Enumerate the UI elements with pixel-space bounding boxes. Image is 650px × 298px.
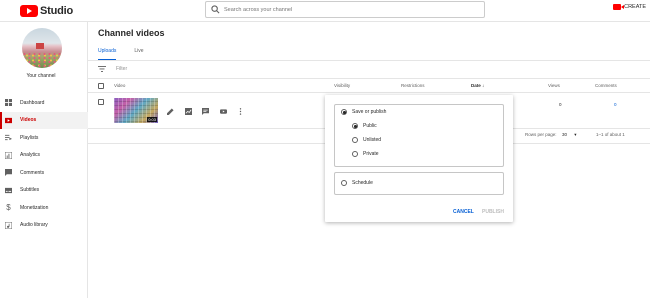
top-bar: Studio CREATE	[0, 0, 650, 22]
radio-button	[352, 123, 358, 129]
sidebar-item-label: Playlists	[20, 134, 39, 141]
sidebar-item-videos[interactable]: Videos	[0, 111, 88, 129]
tabs: Uploads Live	[98, 48, 162, 60]
subtitles-icon	[5, 187, 12, 194]
audio-library-icon	[5, 221, 12, 229]
avatar-house	[36, 43, 44, 49]
channel-avatar[interactable]	[22, 28, 62, 68]
avatar-flowers	[22, 52, 62, 68]
your-channel-label[interactable]: Your channel	[0, 73, 82, 79]
comments-icon	[5, 169, 12, 177]
sidebar-item-label: Analytics	[20, 152, 41, 159]
divider	[88, 92, 650, 93]
column-video: Video	[114, 83, 126, 88]
filter-row[interactable]: Filter	[98, 66, 127, 72]
search-input[interactable]	[224, 6, 464, 13]
sidebar: Your channel Dashboard Videos Playlists …	[0, 22, 88, 298]
select-all-checkbox[interactable]	[98, 83, 104, 89]
sidebar-item-playlists[interactable]: Playlists	[0, 129, 88, 147]
publish-button[interactable]: PUBLISH	[482, 209, 504, 215]
sidebar-item-comments[interactable]: Comments	[0, 164, 88, 182]
schedule-option[interactable]: Schedule	[341, 180, 373, 186]
analytics-chart-icon[interactable]	[184, 107, 192, 115]
sidebar-item-audio-library[interactable]: Audio library	[0, 217, 88, 235]
sidebar-item-label: Dashboard	[20, 99, 45, 106]
column-comments[interactable]: Comments	[595, 83, 617, 88]
create-button[interactable]: CREATE	[613, 4, 646, 10]
sidebar-item-label: Monetization	[20, 204, 49, 211]
column-date-label: Date	[471, 83, 481, 88]
cancel-button[interactable]: CANCEL	[453, 209, 474, 215]
schedule-label: Schedule	[352, 180, 373, 186]
divider	[88, 78, 650, 79]
radio-button	[352, 137, 358, 143]
rows-per-page-select[interactable]: 30 ▾	[562, 132, 577, 138]
divider	[88, 60, 650, 61]
filter-input[interactable]: Filter	[116, 66, 127, 72]
save-or-publish-option[interactable]: Save or publish	[341, 109, 386, 115]
sidebar-nav: Dashboard Videos Playlists Analytics Com…	[0, 94, 88, 234]
videos-icon	[5, 117, 12, 124]
column-visibility[interactable]: Visibility	[334, 83, 350, 88]
unlisted-label: Unlisted	[363, 137, 382, 143]
tab-live[interactable]: Live	[134, 48, 143, 60]
comments-value[interactable]: 0	[614, 102, 617, 107]
dropdown-arrow-icon: ▾	[574, 132, 577, 137]
radio-button	[341, 109, 347, 115]
search-icon	[206, 5, 224, 14]
tab-uploads[interactable]: Uploads	[98, 48, 117, 60]
page-range: 1–1 of about 1	[596, 132, 625, 137]
create-label: CREATE	[624, 4, 646, 10]
sidebar-item-dashboard[interactable]: Dashboard	[0, 94, 88, 112]
row-checkbox[interactable]	[98, 99, 104, 105]
public-label: Public	[363, 123, 377, 129]
rows-per-page-label: Rows per page:	[525, 132, 557, 137]
youtube-watch-icon[interactable]	[219, 107, 227, 115]
sort-arrow-down-icon: ↓	[482, 83, 485, 88]
save-or-publish-label: Save or publish	[352, 109, 387, 115]
video-duration: 0:03	[147, 117, 157, 122]
studio-logo[interactable]: Studio	[20, 3, 73, 19]
analytics-icon	[5, 151, 12, 159]
page-title: Channel videos	[98, 28, 165, 38]
sidebar-item-label: Comments	[20, 169, 45, 176]
radio-button	[352, 151, 358, 157]
sidebar-item-subtitles[interactable]: Subtitles	[0, 182, 88, 200]
private-label: Private	[363, 151, 379, 157]
edit-pencil-icon[interactable]	[166, 107, 174, 115]
search-bar[interactable]	[205, 1, 485, 18]
youtube-play-icon	[20, 5, 38, 17]
sidebar-item-label: Audio library	[20, 222, 48, 229]
public-option[interactable]: Public	[352, 123, 377, 129]
playlists-icon	[5, 134, 12, 141]
views-value: 0	[559, 102, 562, 107]
column-views[interactable]: Views	[548, 83, 560, 88]
private-option[interactable]: Private	[352, 151, 379, 157]
sidebar-item-monetization[interactable]: $ Monetization	[0, 199, 88, 217]
video-camera-icon	[613, 4, 625, 10]
radio-button	[341, 180, 347, 186]
more-options-icon[interactable]	[236, 107, 244, 115]
video-thumbnail[interactable]: 0:03	[114, 98, 158, 123]
sidebar-item-analytics[interactable]: Analytics	[0, 147, 88, 165]
sidebar-item-label: Videos	[20, 117, 37, 124]
rows-per-page-value: 30	[562, 132, 568, 137]
unlisted-option[interactable]: Unlisted	[352, 137, 381, 143]
monetization-icon: $	[6, 203, 11, 213]
logo-text: Studio	[40, 5, 74, 17]
dashboard-icon	[5, 99, 12, 107]
visibility-popup: Save or publish Public Unlisted Private …	[325, 95, 513, 222]
sidebar-item-label: Subtitles	[20, 187, 40, 194]
comments-icon[interactable]	[201, 107, 209, 115]
column-date[interactable]: Date ↓	[471, 83, 484, 88]
filter-icon	[98, 66, 106, 72]
column-restrictions[interactable]: Restrictions	[401, 83, 425, 88]
